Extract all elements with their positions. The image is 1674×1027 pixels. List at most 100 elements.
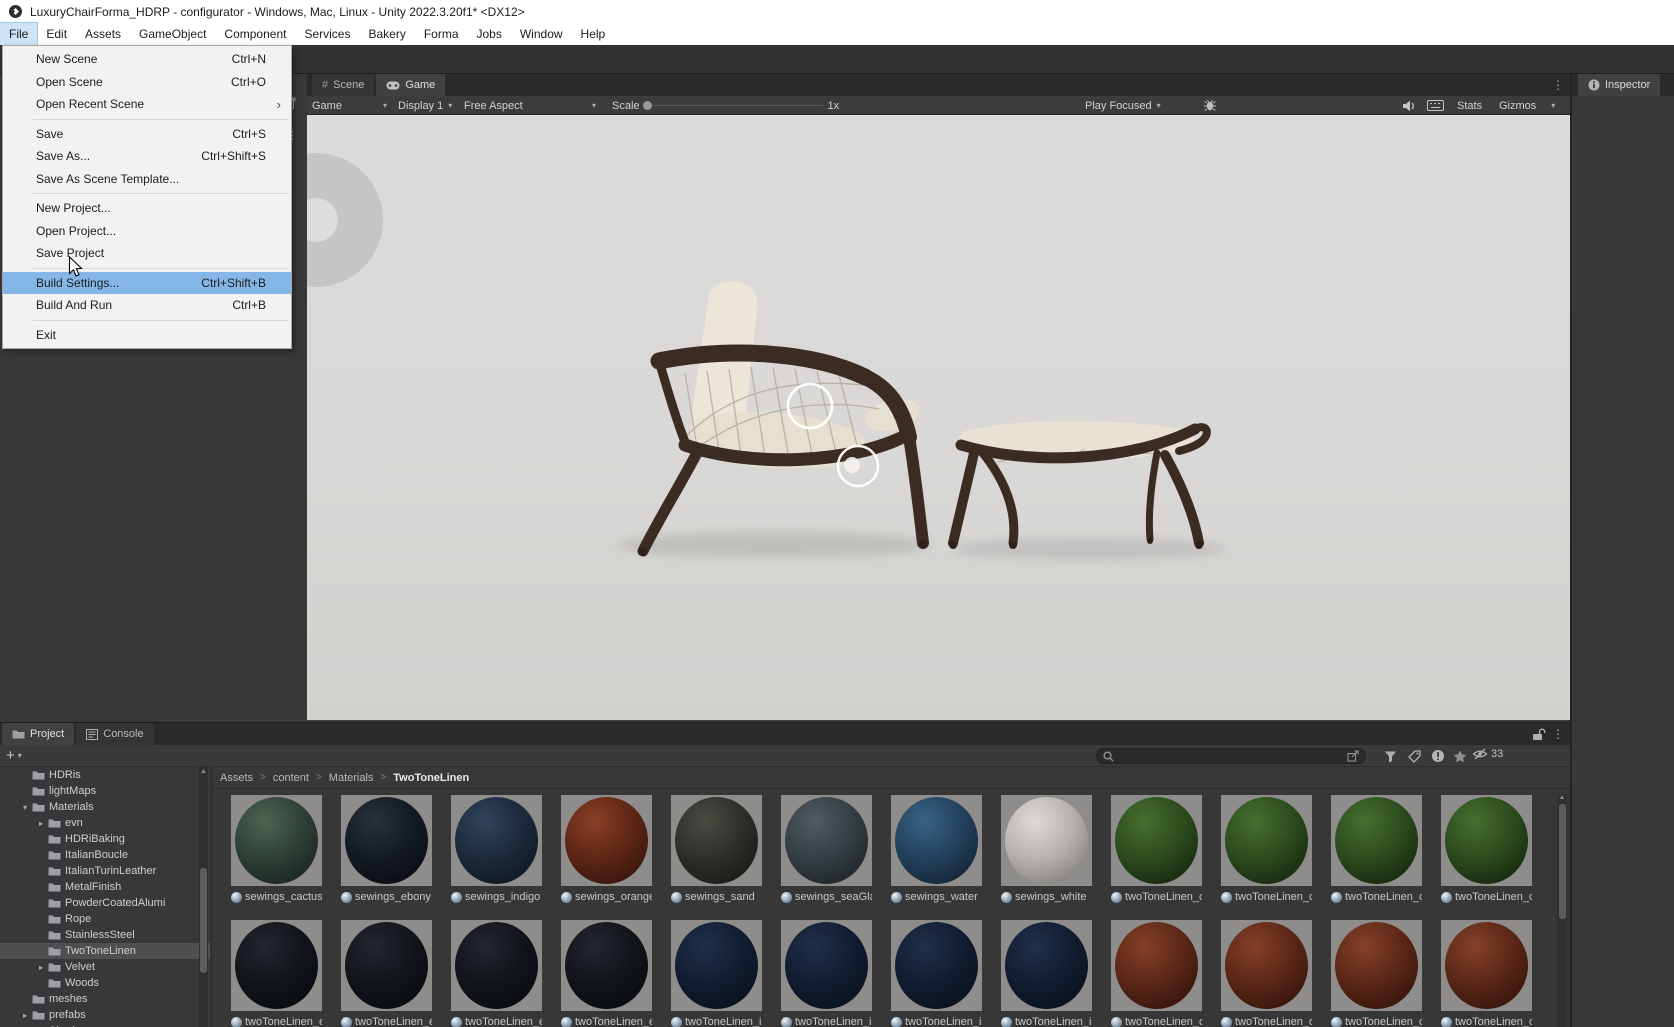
search-input[interactable] (1119, 750, 1342, 762)
tree-folder-row[interactable]: Rope (0, 911, 210, 927)
material-thumbnail[interactable] (451, 795, 542, 886)
asset-tile[interactable]: sewings_sand (671, 795, 762, 904)
material-thumbnail[interactable] (1001, 920, 1092, 1011)
asset-tile[interactable]: sewings_cactus (231, 795, 322, 904)
material-thumbnail[interactable] (1221, 920, 1312, 1011)
asset-tile[interactable]: twoToneLinen_c... (1441, 795, 1532, 904)
panel-menu-icon[interactable]: ⋮ (1552, 727, 1564, 741)
material-thumbnail[interactable] (1441, 795, 1532, 886)
tree-folder-row[interactable]: StainlessSteel (0, 927, 210, 943)
aspect-dropdown[interactable]: Free Aspect▾ (464, 96, 600, 115)
index-status-icon[interactable] (1430, 748, 1446, 764)
tree-folder-row[interactable]: Woods (0, 975, 210, 991)
material-thumbnail[interactable] (561, 920, 652, 1011)
file-menu-item[interactable]: Build And Run Ctrl+B (3, 294, 291, 317)
material-thumbnail[interactable] (1441, 920, 1532, 1011)
tree-disclosure-icon[interactable]: ▸ (34, 819, 48, 828)
file-menu-item[interactable]: Build Settings... Ctrl+Shift+B (3, 272, 291, 295)
display-dropdown[interactable]: Display 1▾ (398, 96, 452, 115)
file-menu-item[interactable]: Open Project... (3, 220, 291, 243)
lock-icon[interactable] (1532, 728, 1546, 741)
breadcrumb-item[interactable]: TwoToneLinen (393, 772, 469, 784)
scroll-up-arrow[interactable]: ▲ (199, 768, 208, 775)
material-thumbnail[interactable] (671, 795, 762, 886)
menu-bar-item[interactable]: Window (511, 23, 572, 45)
asset-tile[interactable]: sewings_white (1001, 795, 1092, 904)
asset-tile[interactable]: twoToneLinen_or... (1111, 920, 1202, 1027)
menu-bar-item[interactable]: Assets (76, 23, 130, 45)
tab-scene[interactable]: # Scene (312, 74, 374, 96)
material-thumbnail[interactable] (1331, 920, 1422, 1011)
scroll-up-arrow[interactable]: ▲ (1557, 794, 1567, 801)
file-menu-item[interactable]: Exit (3, 324, 291, 347)
tree-folder-row[interactable]: lightMaps (0, 783, 210, 799)
tree-folder-row[interactable]: meshes (0, 991, 210, 1007)
scale-track[interactable] (645, 105, 823, 106)
material-thumbnail[interactable] (561, 795, 652, 886)
material-thumbnail[interactable] (341, 795, 432, 886)
keyboard-icon[interactable] (1427, 100, 1444, 111)
asset-tile[interactable]: sewings_water (891, 795, 982, 904)
tree-disclosure-icon[interactable]: ▾ (18, 803, 32, 812)
file-menu-item[interactable]: Open Recent Scene › (3, 93, 291, 116)
material-thumbnail[interactable] (1111, 920, 1202, 1011)
menu-bar-item[interactable]: Help (572, 23, 615, 45)
material-thumbnail[interactable] (451, 920, 542, 1011)
search-box[interactable] (1096, 748, 1366, 764)
material-thumbnail[interactable] (781, 920, 872, 1011)
menu-bar-item[interactable]: Jobs (468, 23, 511, 45)
tree-disclosure-icon[interactable]: ▸ (18, 1011, 32, 1020)
material-thumbnail[interactable] (341, 920, 432, 1011)
material-thumbnail[interactable] (1111, 795, 1202, 886)
grid-scrollbar-thumb[interactable] (1559, 804, 1566, 919)
game-popup-dropdown[interactable]: Game▾ (312, 96, 387, 115)
file-menu-item[interactable]: Save As Scene Template... (3, 168, 291, 191)
material-thumbnail[interactable] (1001, 795, 1092, 886)
asset-tile[interactable]: twoToneLinen_ind... (1001, 920, 1092, 1027)
asset-tile[interactable]: sewings_ebony (341, 795, 432, 904)
scale-knob[interactable] (643, 101, 652, 110)
play-focused-dropdown[interactable]: Play Focused▾ (1085, 96, 1161, 115)
material-thumbnail[interactable] (231, 920, 322, 1011)
file-menu-item[interactable]: New Scene Ctrl+N (3, 48, 291, 71)
asset-tile[interactable]: twoToneLinen_c... (1331, 795, 1422, 904)
asset-tile[interactable]: twoToneLinen_e... (561, 920, 652, 1027)
breadcrumb-item[interactable]: content (273, 772, 309, 784)
tree-folder-row[interactable]: TwoToneLinen (0, 943, 210, 959)
menu-bar-item[interactable]: Bakery (359, 23, 414, 45)
tree-folder-row[interactable]: ▸ Velvet (0, 959, 210, 975)
material-thumbnail[interactable] (231, 795, 322, 886)
stats-button[interactable]: Stats (1457, 96, 1482, 115)
gizmos-dropdown[interactable]: Gizmos▾ (1499, 96, 1555, 115)
grid-scrollbar[interactable]: ▲ (1557, 794, 1567, 1027)
tree-folder-row[interactable]: ▸ prefabs (0, 1007, 210, 1023)
material-thumbnail[interactable] (781, 795, 872, 886)
menu-bar-item[interactable]: Edit (37, 23, 76, 45)
breadcrumb-item[interactable]: Materials (329, 772, 374, 784)
file-menu-item[interactable]: New Project... (3, 197, 291, 220)
tree-folder-row[interactable]: ItalianBoucle (0, 847, 210, 863)
rotate-hotspot-donut[interactable] (307, 153, 383, 287)
tree-folder-row[interactable]: MetalFinish (0, 879, 210, 895)
asset-tile[interactable]: twoToneLinen_or... (1441, 920, 1532, 1027)
tab-console[interactable]: Console (76, 723, 153, 745)
saved-searches-icon[interactable] (1452, 748, 1468, 764)
menu-bar-item[interactable]: File (0, 23, 37, 45)
tree-folder-row[interactable]: HDRis (0, 767, 210, 783)
tree-folder-row[interactable]: Shaders (0, 1023, 210, 1027)
asset-tile[interactable]: twoToneLinen_e... (231, 920, 322, 1027)
asset-tile[interactable]: sewings_indigo (451, 795, 542, 904)
open-search-window-icon[interactable] (1347, 750, 1359, 762)
asset-tile[interactable]: twoToneLinen_or... (1331, 920, 1422, 1027)
search-by-label-icon[interactable] (1406, 748, 1422, 764)
menu-bar-item[interactable]: Forma (415, 23, 468, 45)
material-thumbnail[interactable] (891, 920, 982, 1011)
mute-audio-icon[interactable] (1402, 100, 1416, 112)
search-by-type-icon[interactable] (1382, 748, 1398, 764)
menu-bar-item[interactable]: Services (295, 23, 359, 45)
material-thumbnail[interactable] (1331, 795, 1422, 886)
tab-project[interactable]: Project (2, 723, 74, 745)
file-menu-item[interactable]: Save Project (3, 242, 291, 265)
asset-tile[interactable]: twoToneLinen_e... (451, 920, 542, 1027)
tree-folder-row[interactable]: ▾ Materials (0, 799, 210, 815)
